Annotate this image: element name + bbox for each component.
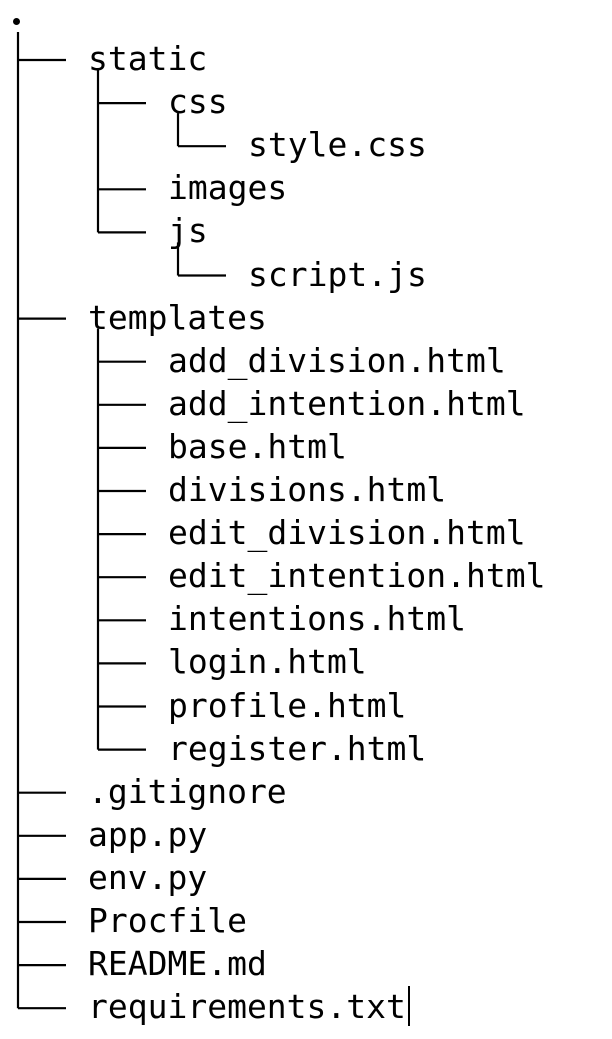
- tree-file-label: intentions.html: [168, 599, 467, 639]
- tree-file-label: app.py: [88, 814, 208, 854]
- tree-folder-label: css: [168, 82, 228, 122]
- tree-file-label: base.html: [168, 426, 347, 466]
- tree-file-label: script.js: [248, 254, 427, 294]
- tree-file-label: .gitignore: [88, 771, 287, 811]
- tree-file-label: profile.html: [168, 685, 407, 725]
- tree-file-label: Procfile: [88, 901, 247, 940]
- text-cursor: [408, 986, 410, 1026]
- tree-file-label: style.css: [248, 125, 427, 165]
- tree-folder-label: templates: [88, 297, 267, 337]
- tree-file-label: add_division.html: [168, 340, 506, 380]
- tree-file-label: divisions.html: [168, 470, 447, 509]
- tree-file-label: requirements.txt: [88, 987, 406, 1027]
- tree-file-label: env.py: [88, 857, 208, 897]
- tree-file-label: edit_division.html: [168, 513, 526, 553]
- tree-file-label: README.md: [88, 944, 267, 984]
- tree-file-label: edit_intention.html: [168, 556, 546, 596]
- directory-tree: . staticcssstyle.cssimagesjsscript.jstem…: [0, 0, 612, 1039]
- tree-file-label: add_intention.html: [168, 383, 526, 423]
- tree-folder-label: js: [168, 211, 208, 251]
- tree-file-label: images: [168, 168, 288, 208]
- tree-file-label: login.html: [168, 642, 367, 682]
- tree-file-label: register.html: [168, 728, 427, 768]
- tree-folder-label: static: [88, 39, 208, 78]
